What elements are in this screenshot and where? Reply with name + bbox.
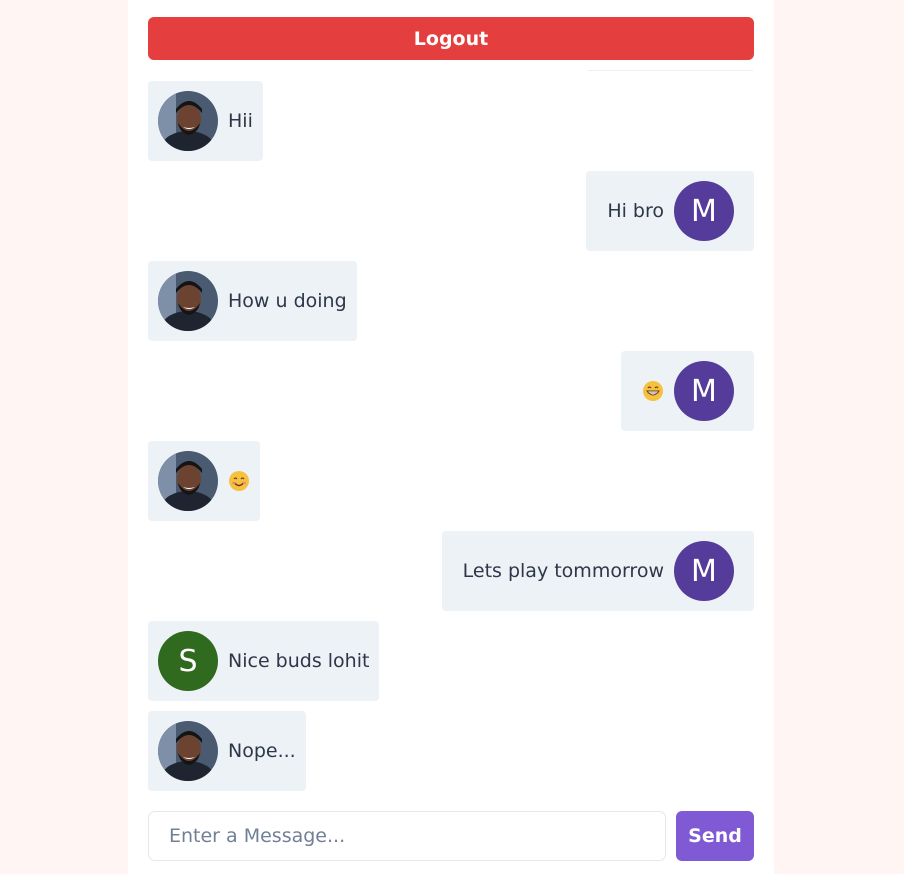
message-bubble: Hi bro M	[586, 171, 754, 251]
avatar-initial: M	[691, 193, 717, 229]
message-row	[148, 441, 754, 521]
smiling-face-icon	[228, 470, 250, 492]
message-text: Nice buds lohit	[228, 650, 370, 672]
message-bubble: How u doing	[148, 261, 357, 341]
divider	[588, 70, 753, 71]
avatar-initial: M	[691, 553, 717, 589]
message-row: M	[148, 351, 754, 431]
message-bubble	[148, 441, 260, 521]
avatar-initial: M	[691, 373, 717, 409]
user-avatar[interactable]	[158, 451, 218, 511]
message-row: How u doing	[148, 261, 754, 341]
message-text: Nope...	[228, 740, 296, 762]
letter-avatar[interactable]: M	[674, 181, 734, 241]
message-bubble: Nope...	[148, 711, 306, 791]
message-row: Lets play tommorrow M	[148, 531, 754, 611]
user-avatar[interactable]	[158, 271, 218, 331]
message-composer: Send	[148, 811, 754, 861]
message-list: Hii Hi bro M How u doing M Lets play tommorro…	[148, 81, 754, 801]
chat-panel: Logout Hii Hi bro M How u doing M Lets play t…	[128, 0, 774, 874]
message-row: Hi bro M	[148, 171, 754, 251]
message-text: How u doing	[228, 290, 347, 312]
message-text: Hii	[228, 110, 253, 132]
logout-button[interactable]: Logout	[148, 17, 754, 60]
message-bubble: Hii	[148, 81, 263, 161]
message-bubble: S Nice buds lohit	[148, 621, 380, 701]
message-row: Nope...	[148, 711, 754, 791]
send-button[interactable]: Send	[676, 811, 754, 861]
user-avatar[interactable]	[158, 721, 218, 781]
user-photo-icon	[158, 91, 218, 151]
message-bubble: M	[621, 351, 754, 431]
user-photo-icon	[158, 451, 218, 511]
message-row: Hii	[148, 81, 754, 161]
user-photo-icon	[158, 721, 218, 781]
message-row: S Nice buds lohit	[148, 621, 754, 701]
user-avatar[interactable]	[158, 91, 218, 151]
user-photo-icon	[158, 271, 218, 331]
letter-avatar[interactable]: M	[674, 361, 734, 421]
letter-avatar[interactable]: M	[674, 541, 734, 601]
message-text: Lets play tommorrow	[462, 560, 664, 582]
grinning-face-icon	[642, 380, 664, 402]
avatar-initial: S	[178, 643, 198, 679]
message-bubble: Lets play tommorrow M	[441, 531, 754, 611]
message-input[interactable]	[148, 811, 666, 861]
letter-avatar[interactable]: S	[158, 631, 218, 691]
message-text: Hi bro	[607, 200, 664, 222]
